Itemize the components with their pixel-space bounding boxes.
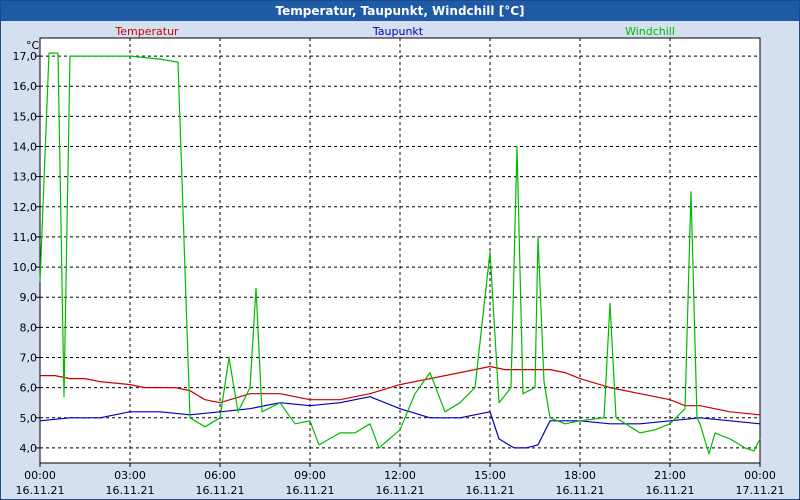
y-tick-label: 12,0 [13,201,38,214]
y-tick-label: 13,0 [13,171,38,184]
y-tick-label: 4,0 [20,442,38,455]
x-tick-date: 16.11.21 [196,484,245,497]
y-tick-label: 5,0 [20,412,38,425]
legend-entry-temperatur: Temperatur [114,25,179,38]
y-tick-label: 15,0 [13,110,38,123]
x-tick-time: 18:00 [564,469,596,482]
y-axis-ticks: 4,0 5,0 6,0 7,0 8,0 9,0 10,0 11,0 12,0 13,0 14,0 15… [13,50,40,455]
x-tick-date: 16.11.21 [376,484,425,497]
x-tick-date: 16.11.21 [466,484,515,497]
x-tick-time: 00:00 [744,469,776,482]
y-tick-label: 7,0 [20,352,38,365]
y-tick-label: 14,0 [13,141,38,154]
x-tick-date: 16.11.21 [106,484,155,497]
x-tick-date: 16.11.21 [556,484,605,497]
x-tick-date: 17.11.21 [736,484,785,497]
legend-entry-taupunkt: Taupunkt [372,25,424,38]
x-tick-time: 00:00 [24,469,56,482]
y-tick-label: 6,0 [20,382,38,395]
chart-svg: 4,0 5,0 6,0 7,0 8,0 9,0 10,0 11,0 12,0 13,0 14,0 15… [13,25,785,497]
y-tick-label: 10,0 [13,261,38,274]
x-axis-ticks: 00:00 16.11.21 03:00 16.11.21 06:00 16.11.21 0… [16,463,785,497]
x-tick-time: 06:00 [204,469,236,482]
x-tick-time: 21:00 [654,469,686,482]
y-tick-label: 17,0 [13,50,38,63]
x-tick-date: 16.11.21 [16,484,65,497]
x-tick-time: 15:00 [474,469,506,482]
y-axis-unit: °C [26,39,40,52]
y-tick-label: 9,0 [20,291,38,304]
y-tick-label: 11,0 [13,231,38,244]
x-tick-date: 16.11.21 [646,484,695,497]
y-tick-label: 16,0 [13,80,38,93]
x-tick-time: 09:00 [294,469,326,482]
x-tick-time: 03:00 [114,469,146,482]
x-tick-date: 16.11.21 [286,484,335,497]
legend-entry-windchill: Windchill [625,25,675,38]
x-tick-time: 12:00 [384,469,416,482]
y-tick-label: 8,0 [20,321,38,334]
legend: Temperatur Taupunkt Windchill [114,25,675,38]
